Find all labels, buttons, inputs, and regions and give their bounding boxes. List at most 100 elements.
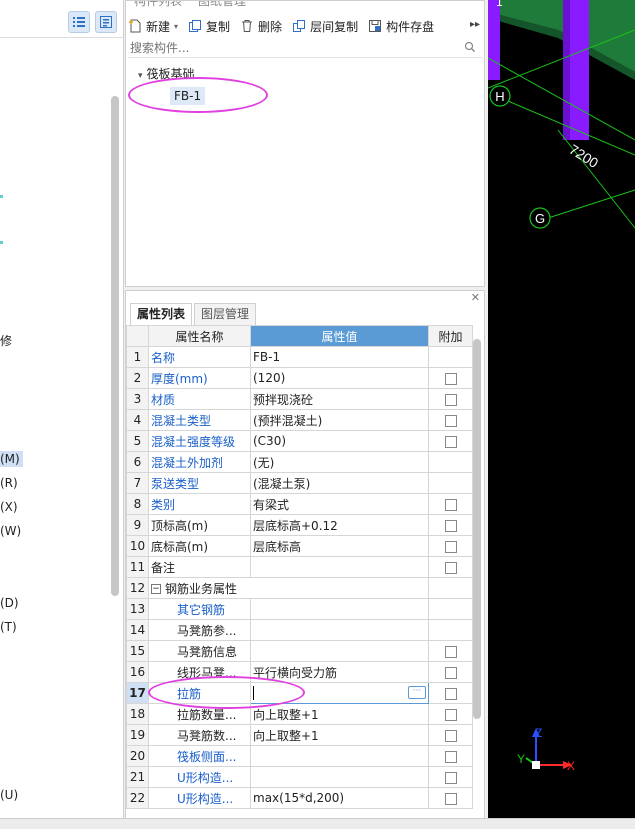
collapse-minus-icon[interactable]: − (151, 584, 161, 594)
property-value[interactable]: max(15*d,200) (250, 787, 429, 809)
property-value[interactable]: (C30) (250, 430, 429, 452)
table-row[interactable]: 18 拉筋数量... 向上取整+1 (126, 703, 473, 725)
left-item[interactable]: (W) (0, 524, 21, 538)
property-value[interactable]: (混凝土泵) (250, 472, 429, 494)
table-row[interactable]: 11 备注 (126, 556, 473, 578)
additional-checkbox[interactable] (444, 666, 457, 679)
additional-checkbox[interactable] (444, 708, 457, 721)
table-row[interactable]: 15 马凳筋信息 (126, 640, 473, 662)
property-value[interactable]: (无) (250, 451, 429, 473)
property-value[interactable]: 层底标高+0.12 (250, 514, 429, 536)
additional-cell (428, 367, 473, 389)
property-value[interactable]: 层底标高 (250, 535, 429, 557)
table-row[interactable]: 4 混凝土类型 (预拌混凝土) (126, 409, 473, 431)
additional-checkbox[interactable] (444, 645, 457, 658)
more-tools-icon[interactable]: ▸▸ (470, 19, 480, 30)
additional-checkbox[interactable] (444, 771, 457, 784)
table-row[interactable]: 10 底标高(m) 层底标高 (126, 535, 473, 557)
property-value[interactable] (250, 598, 429, 620)
tab-property-list[interactable]: 属性列表 (130, 303, 193, 325)
collapse-arrow-icon[interactable]: ▾ (138, 71, 143, 81)
property-value[interactable] (250, 556, 429, 578)
property-value[interactable]: 有梁式 (250, 493, 429, 515)
table-row[interactable]: 22 U形构造... max(15*d,200) (126, 787, 473, 809)
table-row[interactable]: 5 混凝土强度等级 (C30) (126, 430, 473, 452)
copy-button[interactable]: 复制 (188, 18, 230, 35)
store-component-button[interactable]: 构件存盘 (368, 18, 434, 35)
property-name: 马凳筋参... (148, 619, 251, 641)
additional-checkbox[interactable] (444, 561, 457, 574)
table-row[interactable]: 9 顶标高(m) 层底标高+0.12 (126, 514, 473, 536)
property-value[interactable]: 预拌现浇砼 (250, 388, 429, 410)
floor-copy-button[interactable]: 层间复制 (292, 18, 358, 35)
copy-button-label: 复制 (206, 19, 231, 34)
column-shape (488, 0, 500, 80)
detail-view-button[interactable] (95, 11, 117, 33)
more-options-button[interactable]: ··· (408, 686, 426, 699)
property-value[interactable]: (120) (250, 367, 429, 389)
property-value[interactable] (250, 745, 429, 767)
delete-button[interactable]: 删除 (240, 18, 282, 35)
property-panel-tabs: 属性列表 图层管理 (130, 303, 258, 325)
left-item[interactable]: (D) (0, 596, 19, 610)
property-value[interactable]: FB-1 (250, 346, 429, 368)
table-row[interactable]: 8 类别 有梁式 (126, 493, 473, 515)
property-grid-scrollbar[interactable] (473, 339, 481, 719)
additional-checkbox[interactable] (444, 414, 457, 427)
additional-checkbox[interactable] (444, 498, 457, 511)
additional-checkbox[interactable] (444, 729, 457, 742)
search-icon[interactable] (464, 41, 476, 53)
component-search-input[interactable] (128, 38, 448, 57)
left-pane-header (0, 8, 124, 38)
left-item-selected[interactable]: (M) (0, 451, 23, 467)
floor-copy-icon (293, 20, 306, 32)
table-row[interactable]: 21 U形构造... (126, 766, 473, 788)
close-icon[interactable]: ✕ (471, 291, 480, 304)
table-row[interactable]: 14 马凳筋参... (126, 619, 473, 641)
additional-checkbox[interactable] (444, 540, 457, 553)
row-number: 11 (126, 556, 149, 578)
table-row[interactable]: 13 其它钢筋 (126, 598, 473, 620)
table-row[interactable]: 7 泵送类型 (混凝土泵) (126, 472, 473, 494)
additional-cell (428, 640, 473, 662)
additional-checkbox[interactable] (444, 792, 457, 805)
left-item[interactable]: (X) (0, 500, 18, 514)
property-value[interactable]: 向上取整+1 (250, 703, 429, 725)
property-value[interactable] (250, 766, 429, 788)
new-button[interactable]: 新建 ▾ (128, 18, 178, 35)
row-number: 9 (126, 514, 149, 536)
row-number: 19 (126, 724, 149, 746)
table-row[interactable]: 2 厚度(mm) (120) (126, 367, 473, 389)
left-item[interactable]: (T) (0, 620, 17, 634)
corner-label: 1 (496, 0, 503, 9)
left-item[interactable]: (R) (0, 476, 18, 490)
additional-checkbox[interactable] (444, 687, 457, 700)
property-value[interactable] (250, 640, 429, 662)
additional-cell (428, 535, 473, 557)
table-row[interactable]: 19 马凳筋数... 向上取整+1 (126, 724, 473, 746)
table-row-group[interactable]: 12 − 钢筋业务属性 (126, 577, 473, 599)
additional-checkbox[interactable] (444, 393, 457, 406)
additional-cell (428, 598, 473, 620)
property-name: 其它钢筋 (148, 598, 251, 620)
table-row[interactable]: 1 名称 FB-1 (126, 346, 473, 368)
property-value[interactable]: 向上取整+1 (250, 724, 429, 746)
left-pane-scrollbar[interactable] (111, 96, 119, 596)
table-row[interactable]: 20 筏板侧面... (126, 745, 473, 767)
tab-drawing-management[interactable]: 图纸管理 (190, 1, 254, 11)
property-value[interactable]: (预拌混凝土) (250, 409, 429, 431)
left-item[interactable]: (U) (0, 788, 18, 802)
3d-viewport[interactable]: H G 7200 1 Z X Y (488, 0, 635, 818)
table-row[interactable]: 3 材质 预拌现浇砼 (126, 388, 473, 410)
additional-checkbox[interactable] (444, 750, 457, 763)
left-item[interactable]: 修 (0, 332, 12, 349)
list-view-button[interactable] (68, 11, 90, 33)
additional-checkbox[interactable] (444, 372, 457, 385)
grid-line (557, 129, 635, 229)
table-row[interactable]: 6 混凝土外加剂 (无) (126, 451, 473, 473)
property-value[interactable] (250, 619, 429, 641)
tab-component-list[interactable]: 构件列表 (126, 1, 190, 11)
tab-layer-management[interactable]: 图层管理 (194, 303, 257, 325)
additional-checkbox[interactable] (444, 519, 457, 532)
additional-checkbox[interactable] (444, 435, 457, 448)
